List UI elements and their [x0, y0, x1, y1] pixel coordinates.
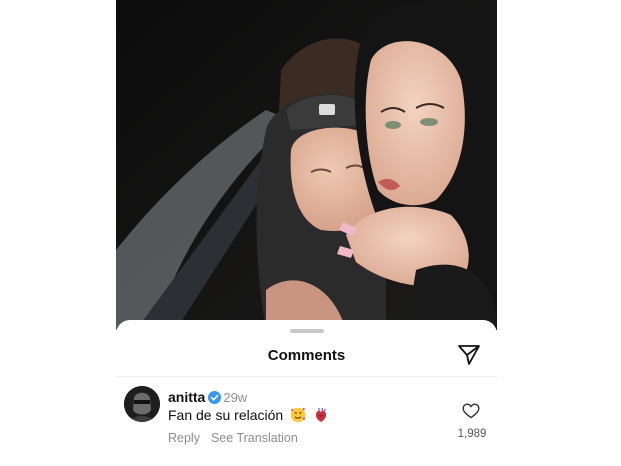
- comment-age: 29w: [223, 390, 248, 405]
- post-photo: [116, 0, 497, 330]
- comments-sheet: Comments anitta 29w Fan de su relación R…: [116, 320, 497, 466]
- instagram-post-frame: Comments anitta 29w Fan de su relación R…: [116, 0, 497, 466]
- reply-button[interactable]: Reply: [168, 431, 200, 445]
- comment-text: Fan de su relación: [168, 407, 284, 423]
- comment-actions: Reply See Translation: [168, 431, 309, 445]
- anatomical-heart-emoji: [313, 407, 329, 426]
- heart-outline-icon[interactable]: [462, 403, 480, 419]
- sheet-grabber[interactable]: [290, 329, 324, 333]
- verified-badge-icon: [208, 391, 222, 404]
- comment-text-line: Fan de su relación: [168, 407, 329, 426]
- divider: [116, 376, 497, 377]
- comment-username[interactable]: anitta: [168, 389, 205, 405]
- sheet-title: Comments: [267, 347, 346, 364]
- avatar[interactable]: [124, 386, 160, 422]
- see-translation-button[interactable]: See Translation: [211, 431, 298, 445]
- like-count: 1,989: [457, 428, 487, 440]
- paper-plane-icon[interactable]: [457, 344, 481, 366]
- smiling-face-with-hearts-emoji: [290, 407, 306, 426]
- comment-header: anitta 29w: [168, 389, 247, 406]
